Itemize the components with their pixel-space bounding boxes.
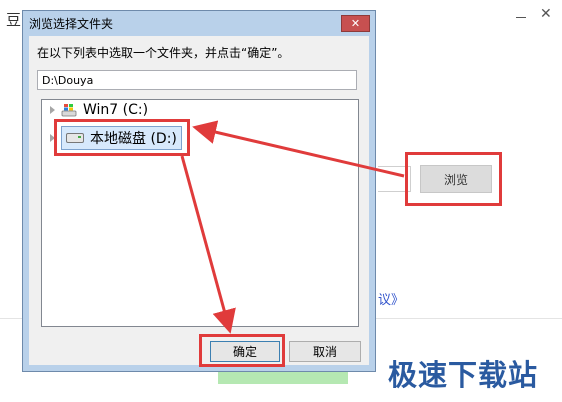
folder-path-field[interactable]: D:\Douya [37,70,357,90]
browse-folder-dialog: 浏览选择文件夹 ✕ 在以下列表中选取一个文件夹，并点击“确定”。 D:\Douy… [22,10,376,372]
watermark-logo: 极速下载站 [388,358,539,392]
tree-item-label: Win7 (C:) [83,102,149,118]
close-icon[interactable]: ✕ [540,6,552,22]
installer-title: 豆 [6,11,22,29]
dialog-instruction: 在以下列表中选取一个文件夹，并点击“确定”。 [37,46,290,60]
drive-highlight-box [54,119,190,156]
dialog-close-button[interactable]: ✕ [341,15,370,32]
windows-drive-icon [61,103,77,117]
ok-highlight-box [199,334,285,367]
cancel-button[interactable]: 取消 [289,341,361,362]
tree-item-win7[interactable]: Win7 (C:) [50,102,148,118]
browse-highlight-box [405,152,502,206]
agreement-link[interactable]: 议》 [378,289,404,308]
dialog-body: 在以下列表中选取一个文件夹，并点击“确定”。 D:\Douya Win7 (C:… [29,36,369,365]
install-button[interactable] [218,372,348,384]
expand-arrow-icon[interactable] [50,106,55,114]
dialog-title: 浏览选择文件夹 [29,17,114,31]
minimize-icon[interactable] [514,9,528,23]
